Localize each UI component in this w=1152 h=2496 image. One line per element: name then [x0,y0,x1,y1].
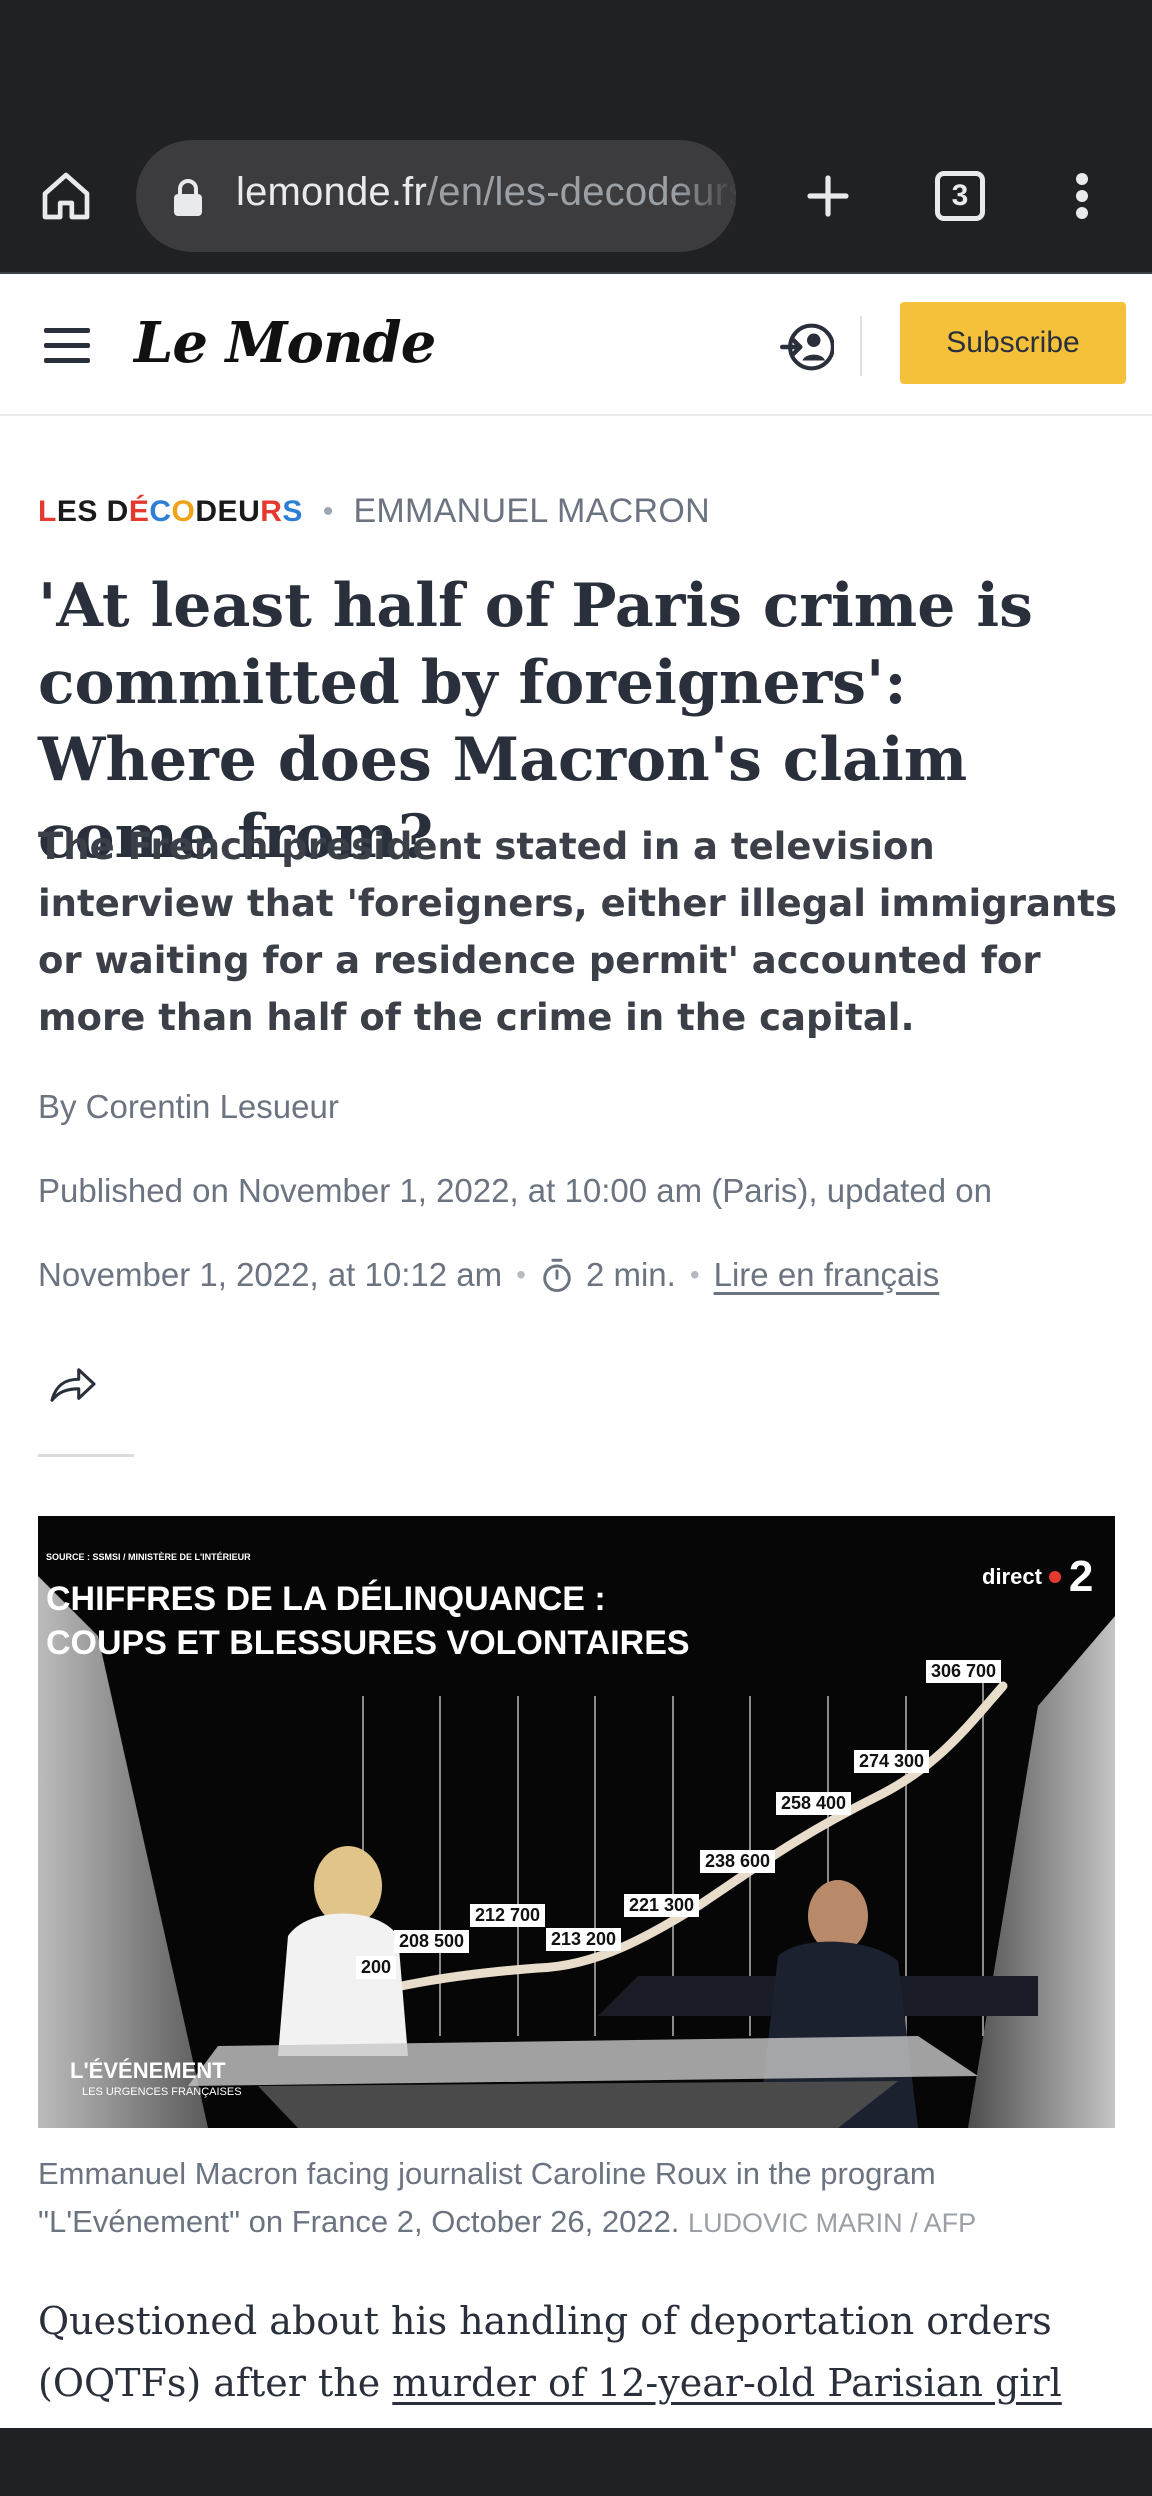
account-login-button[interactable] [780,320,835,374]
figure-label: 258 400 [776,1792,852,1815]
figure-label: 274 300 [854,1750,930,1773]
article-byline: By Corentin Lesueur [38,1088,339,1125]
article-standfirst: The French president stated in a televis… [38,825,1117,1039]
read-in-french-link[interactable]: Lire en français [714,1256,940,1294]
plus-icon [807,175,849,217]
home-icon [42,172,90,220]
photo-title-line2: COUPS ET BLESSURES VOLONTAIRES [46,1624,690,1662]
les-decodeurs-rubric[interactable]: LES DÉCODEURS [38,495,303,529]
channel-number: 2 [1068,1552,1094,1601]
more-vert-icon [1076,173,1088,219]
bottom-navigation-bar [0,2428,1152,2496]
lock-icon [174,179,202,216]
share-arrow-icon [50,1368,96,1402]
browser-menu-button[interactable] [1060,158,1104,234]
show-name: L'ÉVÉNEMENT [70,2058,226,2083]
photo-caption: Emmanuel Macron facing journalist Caroli… [38,2150,1128,2247]
url-domain: lemonde.fr [236,170,427,214]
new-tab-button[interactable] [790,158,866,234]
home-button[interactable] [28,158,104,234]
figure-label: 306 700 [926,1660,1002,1683]
url-text: lemonde.fr/en/les-decodeurs [236,170,736,215]
updated-date: November 1, 2022, at 10:12 am [38,1256,503,1293]
figure-label: 212 700 [470,1904,546,1927]
url-fade [676,140,736,252]
kicker-tag[interactable]: EMMANUEL MACRON [353,492,710,531]
site-header: Le Monde Subscribe [0,276,1152,416]
photo-title-line1: CHIFFRES DE LA DÉLINQUANCE : [46,1580,606,1618]
read-time: 2 min. [585,1256,676,1293]
status-bar [0,0,1152,118]
site-logo[interactable]: Le Monde [134,310,436,376]
subscribe-button[interactable]: Subscribe [900,302,1126,384]
tab-count: 3 [935,171,985,221]
article-kicker: LES DÉCODEURS • EMMANUEL MACRON [38,492,710,531]
meta-separator: • [689,1259,700,1290]
kicker-separator: • [322,494,334,528]
figure-label: 200 [356,1956,397,1979]
figure-label: 221 300 [624,1894,700,1917]
article-photo[interactable]: SOURCE : SSMSI / MINISTÈRE DE L'INTÉRIEU… [38,1516,1115,2128]
show-subtitle: LES URGENCES FRANÇAISES [82,2086,242,2098]
figure-label: 213 200 [546,1928,622,1951]
figure-label: 238 600 [700,1850,776,1873]
share-divider [38,1454,134,1457]
photo-credit: LUDOVIC MARIN / AFP [688,2208,977,2238]
browser-toolbar: lemonde.fr/en/les-decodeurs 3 [0,118,1152,274]
hamburger-menu-icon[interactable] [44,328,90,364]
meta-separator: • [516,1259,526,1290]
header-divider [860,316,862,376]
photo-source-line: SOURCE : SSMSI / MINISTÈRE DE L'INTÉRIEU… [46,1552,251,1562]
channel-logo: direct 2 [982,1552,1093,1602]
figure-label: 208 500 [394,1930,470,1953]
tab-switcher-button[interactable]: 3 [922,158,998,234]
channel-dot [1049,1571,1062,1583]
url-bar[interactable]: lemonde.fr/en/les-decodeurs [136,140,736,252]
timer-icon [543,1258,571,1293]
login-icon [780,323,835,371]
share-button[interactable] [48,1364,104,1412]
channel-label: direct [982,1564,1042,1589]
article-meta-row: November 1, 2022, at 10:12 am • 2 min. •… [38,1256,939,1294]
published-date: Published on November 1, 2022, at 10:00 … [38,1172,992,1209]
